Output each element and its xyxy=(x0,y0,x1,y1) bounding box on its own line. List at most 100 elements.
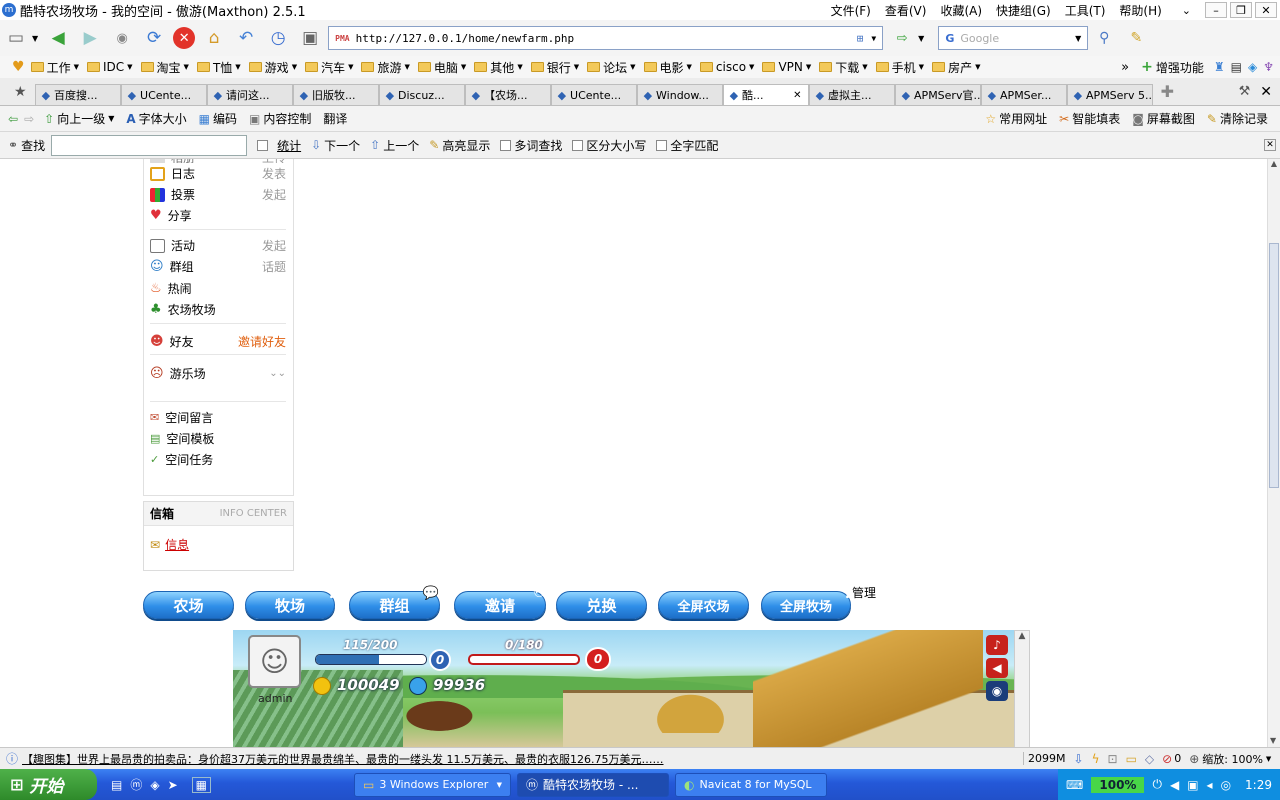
avatar[interactable]: ☺ xyxy=(248,635,301,688)
favorite-folder-14[interactable]: 下载 ▼ xyxy=(819,59,868,76)
plugin-icon-2[interactable]: ▤ xyxy=(1231,60,1242,74)
sidebar-item-playground[interactable]: ☹ 游乐场 ⌄⌄ xyxy=(150,365,286,382)
stop-icon[interactable]: ✕ xyxy=(173,27,196,49)
favorite-folder-2[interactable]: 淘宝 ▼ xyxy=(140,59,189,76)
quicklaunch-icon-3[interactable]: ◈ xyxy=(150,778,159,792)
close-window-button[interactable]: ✕ xyxy=(1255,2,1277,18)
game-view-eye-icon[interactable]: ◉ xyxy=(986,681,1008,701)
scroll-up-icon[interactable]: ▲ xyxy=(1268,159,1280,168)
add-favorite-icon[interactable]: ⊞ xyxy=(857,32,864,45)
quicklaunch-icon-5[interactable]: ▦ xyxy=(191,776,211,793)
favorite-folder-8[interactable]: 其他 ▼ xyxy=(474,59,523,76)
page-scrollbar[interactable]: ▲ ▼ xyxy=(1267,159,1280,747)
up-level-dropdown-icon[interactable]: ▼ xyxy=(108,114,114,123)
tab-3[interactable]: ◆ 旧版牧... xyxy=(292,83,379,105)
zoom-level[interactable]: 缩放: 100% xyxy=(1202,751,1263,767)
sidebar-item-share[interactable]: ♥ 分享 xyxy=(150,207,286,224)
common-sites-button[interactable]: ☆ 常用网址 xyxy=(985,110,1047,127)
manage-link[interactable]: 管理 xyxy=(852,584,876,601)
new-page-icon[interactable]: ▭ xyxy=(3,25,29,51)
invite-button[interactable]: 邀请 ⚇ xyxy=(454,586,546,619)
match-case-box[interactable] xyxy=(572,139,584,151)
folder-icon[interactable]: ▭ xyxy=(1126,752,1137,766)
minimize-button[interactable]: – xyxy=(1205,2,1227,18)
font-size-button[interactable]: A 字体大小 xyxy=(126,110,186,127)
sidebar-item-hot[interactable]: ♨ 热闹 xyxy=(150,280,286,297)
scroll-up-arrow-icon[interactable]: ▲ xyxy=(1015,631,1029,641)
info-link[interactable]: 信息 xyxy=(165,536,189,553)
find-next-button[interactable]: ⇩ 下一个 xyxy=(311,137,360,154)
ranch-button[interactable]: 牧场? xyxy=(245,586,336,619)
taskbar-maxthon-window[interactable]: ⓜ 酷特农场牧场 - ... xyxy=(517,772,669,797)
quicklaunch-icon-1[interactable]: ▤ xyxy=(111,778,122,792)
favorite-folder-5[interactable]: 汽车 ▼ xyxy=(305,59,353,76)
layer-icon[interactable]: ◇ xyxy=(1145,752,1154,766)
stats-checkbox[interactable]: 统计 xyxy=(257,137,301,154)
menu-view[interactable]: 查看(V) xyxy=(885,2,927,19)
search-engine-dropdown-icon[interactable]: ▼ xyxy=(1075,34,1081,43)
refresh-icon[interactable]: ⟳ xyxy=(141,25,167,51)
plugin-icon-1[interactable]: ♜ xyxy=(1214,60,1225,74)
favorite-folder-12[interactable]: cisco ▼ xyxy=(699,59,754,76)
tab-9[interactable]: ◆ 虚拟主... xyxy=(808,83,895,105)
new-dropdown-arrow-icon[interactable]: ▼ xyxy=(32,34,38,43)
match-case-checkbox[interactable]: 区分大小写 xyxy=(572,137,646,154)
group-dropdown-icon[interactable]: ▼ xyxy=(497,781,502,789)
history-dropdown-icon[interactable]: ◉ xyxy=(109,25,135,51)
taskbar-explorer-group[interactable]: ▭ 3 Windows Explorer ▼ xyxy=(354,772,511,797)
farm-game-canvas[interactable]: ☺ admin 115/200 0 0/180 0 100049 99936 ♪… xyxy=(233,630,1014,747)
news-ticker[interactable]: 【趣图集】世界上最昂贵的拍卖品：身价超37万美元的世界最贵绵羊、最贵的一缕头发 … xyxy=(22,751,1017,767)
sidebar-item-farm[interactable]: ♣ 农场牧场 xyxy=(150,301,286,318)
close-tab-icon[interactable]: ✕ xyxy=(793,90,801,101)
info-link-row[interactable]: ✉ 信息 xyxy=(144,526,293,563)
multi-word-box[interactable] xyxy=(500,139,512,151)
search-box[interactable]: G Google ▼ xyxy=(938,26,1089,50)
zoom-icon[interactable]: ⊕ xyxy=(1189,752,1199,766)
go-icon[interactable]: ⇨ xyxy=(889,25,915,51)
game-music-icon[interactable]: ◀ xyxy=(986,658,1008,678)
tab-11[interactable]: ◆ APMSer... xyxy=(980,83,1067,105)
menu-file[interactable]: 文件(F) xyxy=(831,2,871,19)
tab-2[interactable]: ◆ 请问这... xyxy=(206,83,293,105)
sidebar-item-tasks[interactable]: ✓ 空间任务 xyxy=(150,451,286,468)
tab-5[interactable]: ◆ 【农场... xyxy=(464,83,551,105)
sidebar-item-poll[interactable]: 投票 发起 xyxy=(150,186,286,203)
stats-checkbox-box[interactable] xyxy=(257,139,269,151)
favorite-folder-7[interactable]: 电脑 ▼ xyxy=(417,59,466,76)
address-bar[interactable]: PMA http://127.0.0.1/home/newfarm.php ⊞ … xyxy=(328,26,884,50)
download-icon[interactable]: ⇩ xyxy=(1074,752,1084,766)
whole-word-checkbox[interactable]: 全字匹配 xyxy=(656,137,718,154)
content-control-button[interactable]: ▣ 内容控制 xyxy=(249,110,311,127)
tab-0[interactable]: ◆ 百度搜... xyxy=(34,83,121,105)
more-favorites-icon[interactable]: » xyxy=(1121,60,1129,75)
favorite-folder-3[interactable]: T恤 ▼ xyxy=(196,59,241,76)
lightning-icon[interactable]: ϟ xyxy=(1092,752,1100,766)
go-dropdown-icon[interactable]: ▼ xyxy=(918,34,924,43)
clock-icon[interactable]: ◷ xyxy=(265,25,291,51)
tab-7[interactable]: ◆ Window... xyxy=(636,83,723,105)
tab-12[interactable]: ◆ APMServ 5... xyxy=(1066,83,1153,105)
sidebar-item-template[interactable]: ▤ 空间模板 xyxy=(150,430,286,447)
new-tab-icon[interactable]: ✚ xyxy=(1161,82,1174,101)
search-icon[interactable]: ⚲ xyxy=(1091,25,1117,51)
menu-tools[interactable]: 工具(T) xyxy=(1065,2,1106,19)
favorite-folder-15[interactable]: 手机 ▼ xyxy=(875,59,924,76)
farm-button[interactable]: 农场 xyxy=(143,591,234,619)
wrench-icon[interactable]: ⚒ xyxy=(1239,84,1251,99)
favorite-folder-6[interactable]: 旅游 ▼ xyxy=(361,59,410,76)
exchange-button[interactable]: 兑换 xyxy=(556,591,647,619)
smart-fill-button[interactable]: ✂ 智能填表 xyxy=(1059,110,1120,127)
highlight-pen-icon[interactable]: ✎ xyxy=(1123,25,1149,51)
favorite-folder-4[interactable]: 游戏 ▼ xyxy=(248,59,297,76)
taskbar-navicat-window[interactable]: ◐ Navicat 8 for MySQL xyxy=(675,772,827,797)
tab-8[interactable]: ◆ 酷... ✕ xyxy=(722,83,809,105)
forward-icon[interactable]: ▶ xyxy=(77,25,103,51)
favorite-folder-9[interactable]: 银行 ▼ xyxy=(530,59,579,76)
screenshot-button[interactable]: ◙ 屏幕截图 xyxy=(1132,110,1195,127)
close-find-bar-icon[interactable]: ✕ xyxy=(1264,139,1276,151)
lock-icon[interactable]: ⊡ xyxy=(1108,752,1118,766)
favorite-folder-1[interactable]: IDC ▼ xyxy=(86,59,133,76)
power-plug-icon[interactable]: ⏻ xyxy=(1152,777,1162,792)
tab-4[interactable]: ◆ Discuz... xyxy=(378,83,465,105)
fullscreen-ranch-button[interactable]: 全屏牧场? xyxy=(761,586,852,619)
